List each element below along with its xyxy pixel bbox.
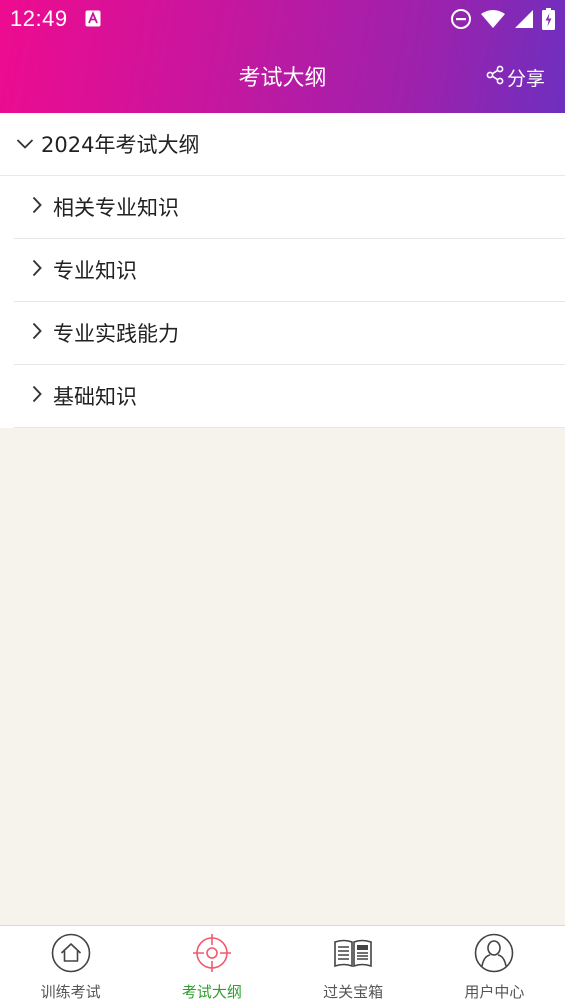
tab-training-exam[interactable]: 训练考试 bbox=[0, 926, 141, 1004]
do-not-disturb-icon bbox=[450, 8, 472, 30]
outline-item-label: 专业实践能力 bbox=[53, 322, 179, 346]
outline-item[interactable]: 专业实践能力 bbox=[0, 302, 565, 365]
outline-item-label: 专业知识 bbox=[53, 259, 137, 283]
chevron-right-icon bbox=[31, 322, 43, 344]
outline-item[interactable]: 专业知识 bbox=[0, 239, 565, 302]
outline-list: 2024年考试大纲 相关专业知识 专业知识 专业实践能力 基础知识 bbox=[0, 113, 565, 428]
chevron-down-icon bbox=[16, 135, 34, 154]
outline-item-label: 基础知识 bbox=[53, 385, 137, 409]
page-title: 考试大纲 bbox=[238, 66, 327, 91]
user-icon bbox=[474, 933, 514, 977]
tab-label: 训练考试 bbox=[40, 983, 101, 1001]
share-label: 分享 bbox=[506, 68, 545, 90]
outline-item[interactable]: 相关专业知识 bbox=[0, 176, 565, 239]
status-time: 12:49 bbox=[10, 6, 68, 31]
bottom-tab-bar: 训练考试 考试大纲 过关宝箱 用户中心 bbox=[0, 925, 565, 1004]
status-bar: 12:49 bbox=[0, 0, 565, 38]
share-icon bbox=[486, 65, 504, 90]
outline-item[interactable]: 基础知识 bbox=[0, 365, 565, 428]
battery-charging-icon bbox=[542, 8, 555, 30]
signal-icon bbox=[514, 9, 534, 29]
status-icons bbox=[450, 7, 555, 31]
tab-label: 用户中心 bbox=[464, 983, 525, 1001]
tab-label: 过关宝箱 bbox=[323, 983, 384, 1001]
chevron-right-icon bbox=[31, 385, 43, 407]
wifi-icon bbox=[480, 9, 506, 29]
tab-label: 考试大纲 bbox=[181, 983, 242, 1001]
app-header: 12:49 考试大纲 分享 bbox=[0, 0, 565, 113]
tab-user-center[interactable]: 用户中心 bbox=[424, 926, 565, 1004]
chevron-right-icon bbox=[31, 196, 43, 218]
book-icon bbox=[332, 933, 374, 977]
outline-item-label: 相关专业知识 bbox=[53, 196, 179, 220]
share-button[interactable]: 分享 bbox=[486, 64, 545, 91]
tab-pass-treasure[interactable]: 过关宝箱 bbox=[283, 926, 424, 1004]
tab-exam-outline[interactable]: 考试大纲 bbox=[141, 926, 282, 1004]
target-icon bbox=[192, 933, 232, 977]
app-notification-icon bbox=[85, 10, 101, 27]
outline-group-title: 2024年考试大纲 bbox=[41, 133, 200, 157]
divider bbox=[14, 427, 565, 428]
outline-group-header[interactable]: 2024年考试大纲 bbox=[0, 113, 565, 176]
home-icon bbox=[51, 933, 91, 977]
chevron-right-icon bbox=[31, 259, 43, 281]
